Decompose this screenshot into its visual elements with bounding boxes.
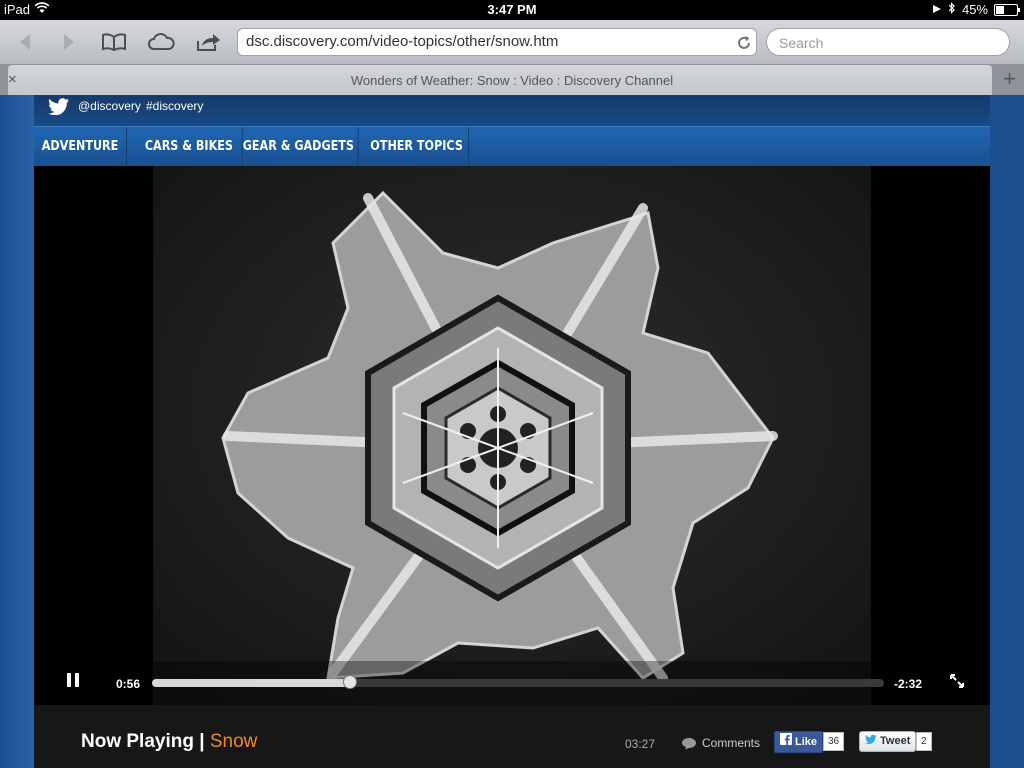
video-duration: 03:27	[625, 737, 656, 751]
fullscreen-icon[interactable]	[949, 673, 965, 694]
now-playing: Now Playing | Snow	[81, 731, 257, 753]
snowflake-image	[153, 166, 871, 705]
comment-bubble-icon	[682, 737, 696, 749]
nav-item-cars-bikes[interactable]: CARS & BIKES	[136, 127, 243, 167]
url-field[interactable]: dsc.discovery.com/video-topics/other/sno…	[237, 28, 757, 56]
seek-bar[interactable]	[152, 675, 884, 689]
browser-toolbar: dsc.discovery.com/video-topics/other/sno…	[0, 20, 1024, 65]
tab-bar: × Wonders of Weather: Snow : Video : Dis…	[0, 65, 1024, 95]
clock: 3:47 PM	[487, 2, 537, 17]
bluetooth-icon	[948, 2, 956, 17]
status-bar: iPad 3:47 PM 45%	[0, 0, 1024, 20]
search-field[interactable]	[766, 28, 1010, 56]
site-content: @discovery #discovery ADVENTURE CARS & B…	[34, 95, 990, 768]
comments-label: Comments	[702, 736, 761, 750]
video-controls: 0:56 -2:32	[34, 661, 990, 705]
social-bar: @discovery #discovery	[34, 95, 990, 126]
nav-item-gear-gadgets[interactable]: GEAR & GADGETS	[239, 127, 359, 167]
back-icon[interactable]	[14, 28, 36, 56]
twitter-bird-icon[interactable]	[48, 97, 70, 118]
hashtag-link[interactable]: #discovery	[146, 99, 203, 113]
twitter-handle-link[interactable]: @discovery	[78, 99, 141, 113]
url-text: dsc.discovery.com/video-topics/other/sno…	[246, 33, 559, 50]
video-info-bar: Now Playing | Snow 03:27 Comments Like 3…	[34, 705, 990, 768]
twitter-bird-icon	[865, 732, 877, 751]
elapsed-time: 0:56	[116, 677, 141, 691]
seek-handle[interactable]	[342, 675, 357, 689]
nav-item-other-topics[interactable]: OTHER TOPICS	[365, 127, 470, 167]
share-icon[interactable]	[194, 28, 222, 56]
new-tab-button[interactable]: +	[1003, 67, 1016, 91]
tweet-button[interactable]: Tweet	[859, 731, 917, 752]
location-arrow-icon	[932, 2, 942, 17]
category-nav: ADVENTURE CARS & BIKES GEAR & GADGETS OT…	[34, 126, 990, 167]
icloud-tabs-icon[interactable]	[146, 28, 176, 56]
battery-percent: 45%	[961, 2, 988, 17]
tab-title: Wonders of Weather: Snow : Video : Disco…	[350, 73, 674, 88]
reload-icon[interactable]	[736, 34, 752, 60]
forward-icon[interactable]	[58, 28, 80, 56]
seek-bar-played	[152, 679, 350, 687]
nav-item-adventure[interactable]: ADVENTURE	[34, 127, 127, 167]
video-player[interactable]: 0:56 -2:32	[34, 166, 990, 705]
facebook-like-button[interactable]: Like	[774, 731, 824, 753]
pause-icon[interactable]	[66, 671, 80, 694]
web-page: @discovery #discovery ADVENTURE CARS & B…	[0, 95, 1024, 768]
remaining-time: -2:32	[894, 677, 923, 691]
bookmarks-icon[interactable]	[100, 28, 128, 56]
tweet-label: Tweet	[880, 735, 911, 747]
now-playing-label: Now Playing |	[81, 731, 205, 752]
tweet-count: 2	[916, 732, 932, 751]
video-frame[interactable]	[153, 166, 871, 705]
video-title: Snow	[209, 731, 258, 752]
like-label: Like	[795, 736, 818, 748]
search-input[interactable]	[777, 30, 1001, 56]
battery-icon	[994, 3, 1020, 16]
like-count: 36	[823, 732, 845, 751]
facebook-icon	[780, 732, 792, 752]
comments-link[interactable]: Comments	[681, 736, 760, 750]
